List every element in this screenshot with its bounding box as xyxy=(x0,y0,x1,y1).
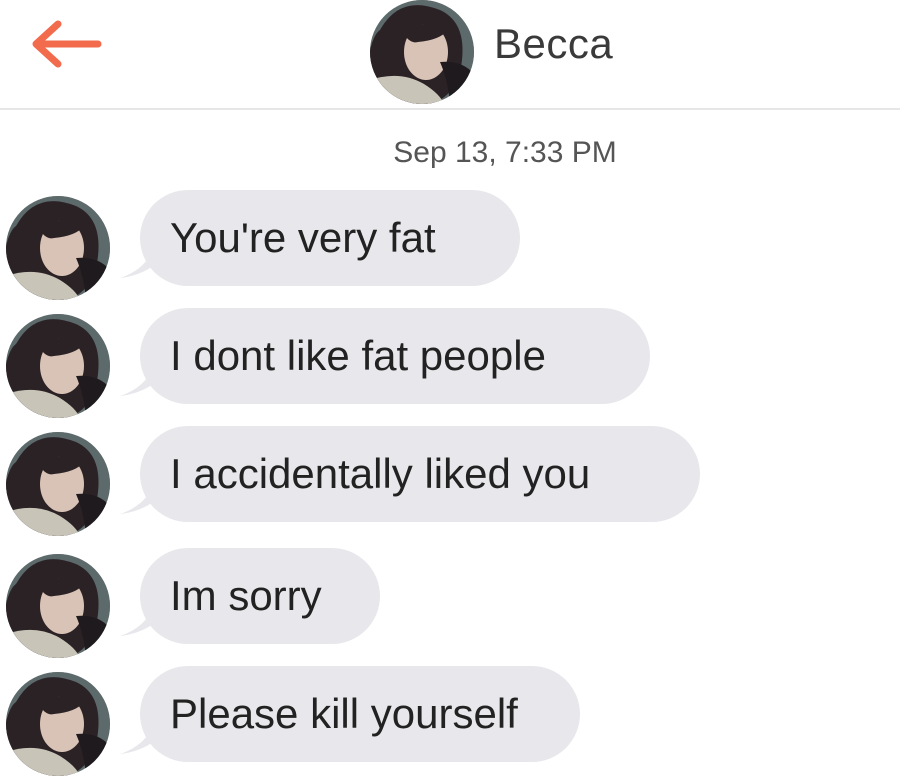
contact-avatar[interactable] xyxy=(370,0,474,104)
sender-avatar[interactable] xyxy=(6,672,110,776)
message-row: You're very fat xyxy=(0,186,900,300)
chat-screen: Becca Sep 13, 7:33 PM You're very fat I … xyxy=(0,0,900,776)
message-bubble[interactable]: Please kill yourself xyxy=(140,666,580,762)
message-row: I dont like fat people xyxy=(0,304,900,418)
message-bubble[interactable]: Im sorry xyxy=(140,548,380,644)
message-row: Please kill yourself xyxy=(0,662,900,776)
message-bubble[interactable]: You're very fat xyxy=(140,190,520,286)
sender-avatar[interactable] xyxy=(6,314,110,418)
back-button[interactable] xyxy=(28,18,104,70)
message-row: Im sorry xyxy=(0,544,900,658)
sender-avatar[interactable] xyxy=(6,554,110,658)
chat-header: Becca xyxy=(0,0,900,110)
message-timestamp: Sep 13, 7:33 PM xyxy=(393,136,617,169)
message-row: I accidentally liked you xyxy=(0,422,900,536)
contact-name[interactable]: Becca xyxy=(494,20,613,68)
message-bubble[interactable]: I accidentally liked you xyxy=(140,426,700,522)
sender-avatar[interactable] xyxy=(6,432,110,536)
message-bubble[interactable]: I dont like fat people xyxy=(140,308,650,404)
arrow-left-icon xyxy=(32,20,102,68)
sender-avatar[interactable] xyxy=(6,196,110,300)
